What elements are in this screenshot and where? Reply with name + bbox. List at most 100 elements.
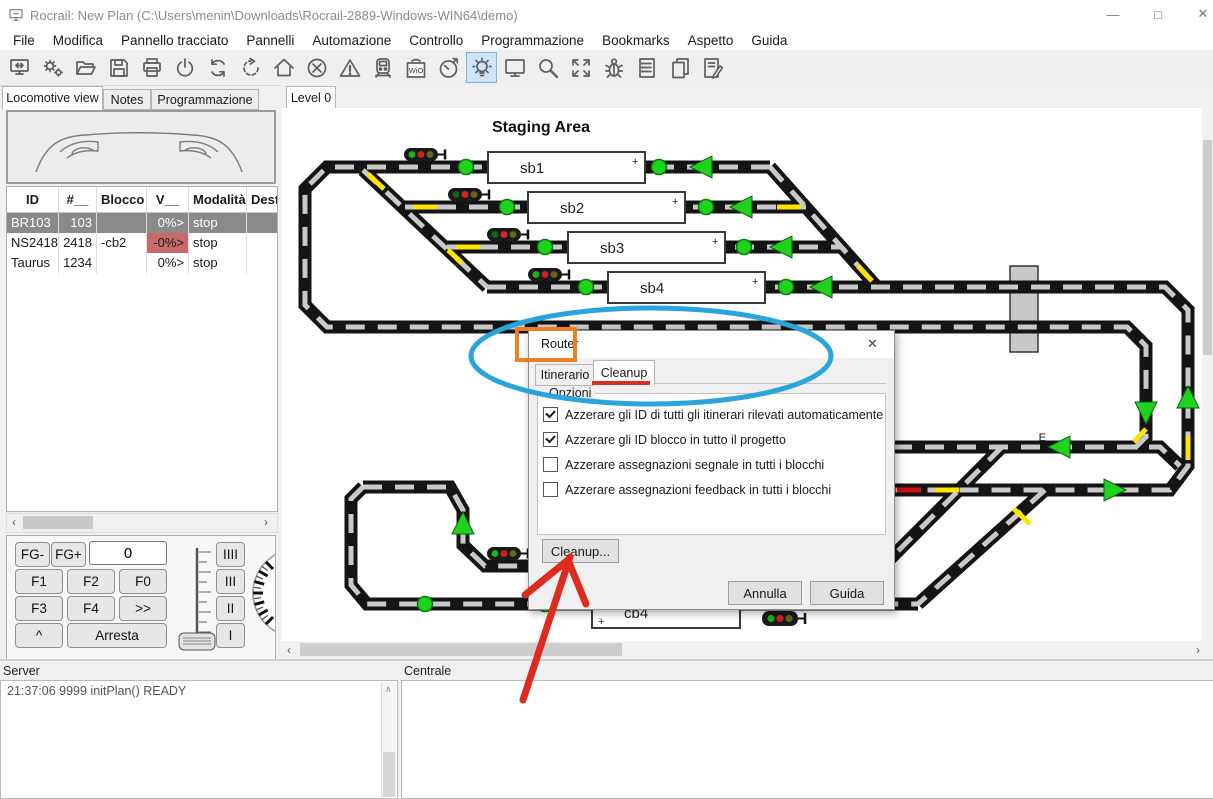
tab-programmazione[interactable]: Programmazione xyxy=(151,89,259,110)
menu-programmazione[interactable]: Programmazione xyxy=(472,33,593,48)
f0-button[interactable]: F0 xyxy=(119,569,167,594)
svg-text:+: + xyxy=(598,616,604,628)
tab-cleanup[interactable]: Cleanup xyxy=(593,360,655,386)
step-4-button[interactable]: IIII xyxy=(216,542,245,567)
option-reset-block-ids[interactable]: Azzerare gli ID blocco in tutto il proge… xyxy=(543,432,786,447)
close-button[interactable]: ✕ xyxy=(1186,0,1213,28)
scroll-thumb[interactable] xyxy=(23,516,93,529)
open-icon[interactable] xyxy=(70,52,101,83)
central-log[interactable] xyxy=(401,680,1213,799)
dialog-close-icon[interactable]: ✕ xyxy=(867,336,878,352)
scroll-up-icon[interactable]: ∧ xyxy=(385,684,392,695)
debug-icon[interactable] xyxy=(598,52,629,83)
col-v[interactable]: V__ xyxy=(147,187,189,212)
option-reset-route-ids[interactable]: Azzerare gli ID di tutti gli itinerari r… xyxy=(543,407,883,422)
stop-button[interactable]: Arresta xyxy=(67,623,167,648)
refresh-icon[interactable] xyxy=(202,52,233,83)
option-reset-signal-assignments[interactable]: Azzerare assegnazioni segnale in tutti i… xyxy=(543,457,824,472)
direction-button[interactable]: ^ xyxy=(15,623,63,648)
server-log-vscrollbar[interactable]: ∧ xyxy=(381,682,396,797)
scroll-thumb[interactable] xyxy=(300,643,622,656)
col-modalita[interactable]: Modalità xyxy=(189,187,247,212)
scroll-left-icon[interactable]: ‹ xyxy=(287,642,291,658)
report-icon[interactable] xyxy=(631,52,662,83)
lamp-icon[interactable] xyxy=(466,52,497,83)
table-hscrollbar[interactable]: ‹ › xyxy=(6,513,278,533)
col-id[interactable]: ID xyxy=(7,187,59,212)
plan-hscrollbar[interactable]: ‹ › xyxy=(281,641,1213,659)
cancel-icon[interactable] xyxy=(301,52,332,83)
wio-icon[interactable]: WiO xyxy=(400,52,431,83)
minimize-button[interactable]: — xyxy=(1096,0,1130,28)
copy-icon[interactable] xyxy=(664,52,695,83)
bridge[interactable] xyxy=(1010,266,1038,352)
f3-button[interactable]: F3 xyxy=(15,596,63,621)
menu-controllo[interactable]: Controllo xyxy=(400,33,472,48)
step-2-button[interactable]: II xyxy=(216,596,245,621)
edit-icon[interactable] xyxy=(697,52,728,83)
plan-vscrollbar[interactable] xyxy=(1202,108,1213,641)
cleanup-button[interactable]: Cleanup... xyxy=(542,539,619,563)
fg-minus-button[interactable]: FG- xyxy=(15,542,50,567)
scroll-thumb[interactable] xyxy=(1203,140,1212,355)
col-blocco[interactable]: Blocco xyxy=(97,187,147,212)
help-button[interactable]: Guida xyxy=(810,581,884,605)
step-1-button[interactable]: I xyxy=(216,623,245,648)
properties-icon[interactable] xyxy=(37,52,68,83)
col-nr[interactable]: #__ xyxy=(59,187,97,212)
f1-button[interactable]: F1 xyxy=(15,569,63,594)
power-icon[interactable] xyxy=(169,52,200,83)
throttle-slider[interactable] xyxy=(175,540,221,656)
home-icon[interactable] xyxy=(268,52,299,83)
warning-icon[interactable] xyxy=(334,52,365,83)
splitter[interactable] xyxy=(0,659,1213,661)
rotate-icon[interactable] xyxy=(235,52,266,83)
dialog-title-bar[interactable]: Router ✕ xyxy=(529,331,894,358)
table-row[interactable]: Taurus 1234 0%> stop xyxy=(7,253,277,273)
tab-level-0[interactable]: Level 0 xyxy=(286,86,336,109)
scroll-left-icon[interactable]: ‹ xyxy=(12,514,16,530)
workspace-icon[interactable] xyxy=(4,52,35,83)
print-icon[interactable] xyxy=(136,52,167,83)
speed-value-input[interactable] xyxy=(89,541,167,565)
scroll-thumb[interactable] xyxy=(383,752,395,797)
col-destin[interactable]: Destin xyxy=(247,187,278,212)
train-icon[interactable] xyxy=(367,52,398,83)
fn-shift-button[interactable]: >> xyxy=(119,596,167,621)
save-icon[interactable] xyxy=(103,52,134,83)
tab-notes[interactable]: Notes xyxy=(103,89,151,110)
checkbox-icon[interactable] xyxy=(543,482,558,497)
checkbox-icon[interactable] xyxy=(543,432,558,447)
menu-pannello-tracciato[interactable]: Pannello tracciato xyxy=(112,33,237,48)
menu-bar: File Modifica Pannello tracciato Pannell… xyxy=(0,30,1213,50)
menu-file[interactable]: File xyxy=(4,33,44,48)
table-row[interactable]: NS2418 2418 -cb2 -0%> stop xyxy=(7,233,277,253)
clock-gauge xyxy=(247,544,275,652)
checkbox-icon[interactable] xyxy=(543,407,558,422)
menu-modifica[interactable]: Modifica xyxy=(44,33,112,48)
f4-button[interactable]: F4 xyxy=(67,596,115,621)
zoom-icon[interactable] xyxy=(532,52,563,83)
menu-aspetto[interactable]: Aspetto xyxy=(679,33,743,48)
tab-itinerario[interactable]: Itinerario xyxy=(535,364,595,386)
maximize-button[interactable]: □ xyxy=(1141,0,1175,28)
tab-locomotive-view[interactable]: Locomotive view xyxy=(2,86,103,110)
cancel-button[interactable]: Annulla xyxy=(728,581,802,605)
option-reset-feedback-assignments[interactable]: Azzerare assegnazioni feedback in tutti … xyxy=(543,482,831,497)
menu-guida[interactable]: Guida xyxy=(742,33,796,48)
menu-bookmarks[interactable]: Bookmarks xyxy=(593,33,679,48)
speed-icon[interactable] xyxy=(433,52,464,83)
scroll-right-icon[interactable]: › xyxy=(264,514,268,530)
slider-handle[interactable] xyxy=(179,633,215,650)
server-log[interactable]: 21:37:06 9999 initPlan() READY ∧ xyxy=(0,680,398,799)
monitor-icon[interactable] xyxy=(499,52,530,83)
fullscreen-icon[interactable] xyxy=(565,52,596,83)
menu-automazione[interactable]: Automazione xyxy=(303,33,400,48)
menu-pannelli[interactable]: Pannelli xyxy=(237,33,303,48)
scroll-right-icon[interactable]: › xyxy=(1196,642,1200,658)
f2-button[interactable]: F2 xyxy=(67,569,115,594)
table-row[interactable]: BR103 103 0%> stop xyxy=(7,213,277,233)
fg-plus-button[interactable]: FG+ xyxy=(51,542,86,567)
checkbox-icon[interactable] xyxy=(543,457,558,472)
step-3-button[interactable]: III xyxy=(216,569,245,594)
